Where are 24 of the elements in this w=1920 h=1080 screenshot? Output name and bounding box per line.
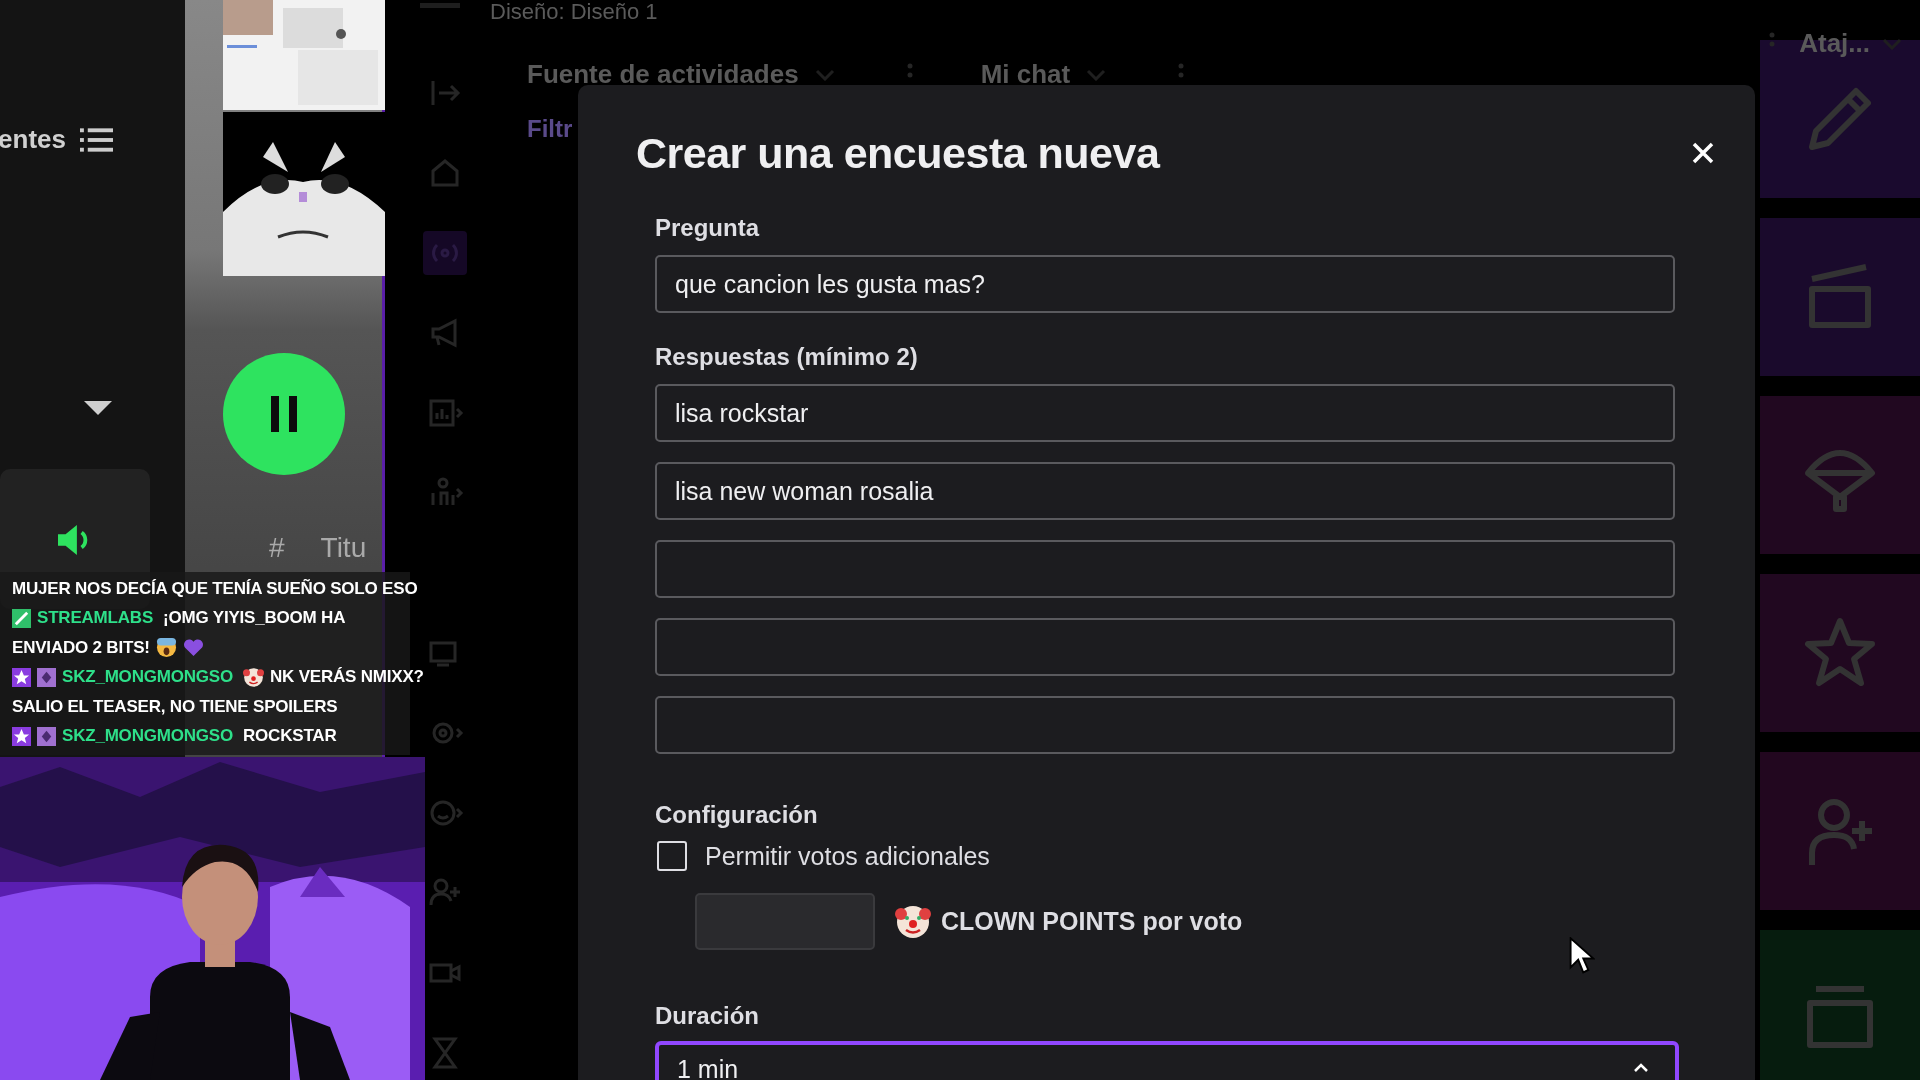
- chat-message: ROCKSTAR: [243, 726, 337, 747]
- section-label: Configuración: [655, 801, 818, 829]
- field-label: Respuestas (mínimo 2): [655, 343, 918, 371]
- answer-field[interactable]: lisa new woman rosalia: [655, 462, 1675, 520]
- panel-title: entes: [0, 124, 66, 155]
- question-field[interactable]: que cancion les gusta mas?: [655, 255, 1675, 313]
- points-label: CLOWN POINTS por voto: [941, 907, 1243, 936]
- chat-username: SKZ_MONGMONGSO: [62, 726, 233, 747]
- chat-message: MUJER NOS DECÍA QUE TENÍA SUEÑO SOLO ESO: [12, 578, 418, 599]
- field-label: Pregunta: [655, 214, 759, 242]
- chat-message: ENVIADO 2 BITS!: [12, 637, 150, 658]
- chat-message: ¡OMG YIYIS_BOOM HA: [163, 608, 346, 629]
- field-label: Duración: [655, 1002, 759, 1030]
- checkbox-label[interactable]: Permitir votos adicionales: [705, 841, 990, 871]
- layout-label: Diseño: Diseño 1: [490, 0, 658, 25]
- chat-message: NK VERÁS NMIXX?: [270, 667, 424, 688]
- chat-message: SALIO EL TEASER, NO TIENE SPOILERS: [12, 696, 338, 717]
- column-header: #: [269, 532, 285, 564]
- column-header: Titu: [320, 532, 367, 564]
- dialog-title: Crear una encuesta nueva: [636, 128, 1160, 178]
- duration-select[interactable]: 1 min: [655, 1041, 1679, 1080]
- chat-username: SKZ_MONGMONGSO: [62, 667, 233, 688]
- chat-username: STREAMLABS: [37, 608, 154, 629]
- answer-field[interactable]: lisa rockstar: [655, 384, 1675, 442]
